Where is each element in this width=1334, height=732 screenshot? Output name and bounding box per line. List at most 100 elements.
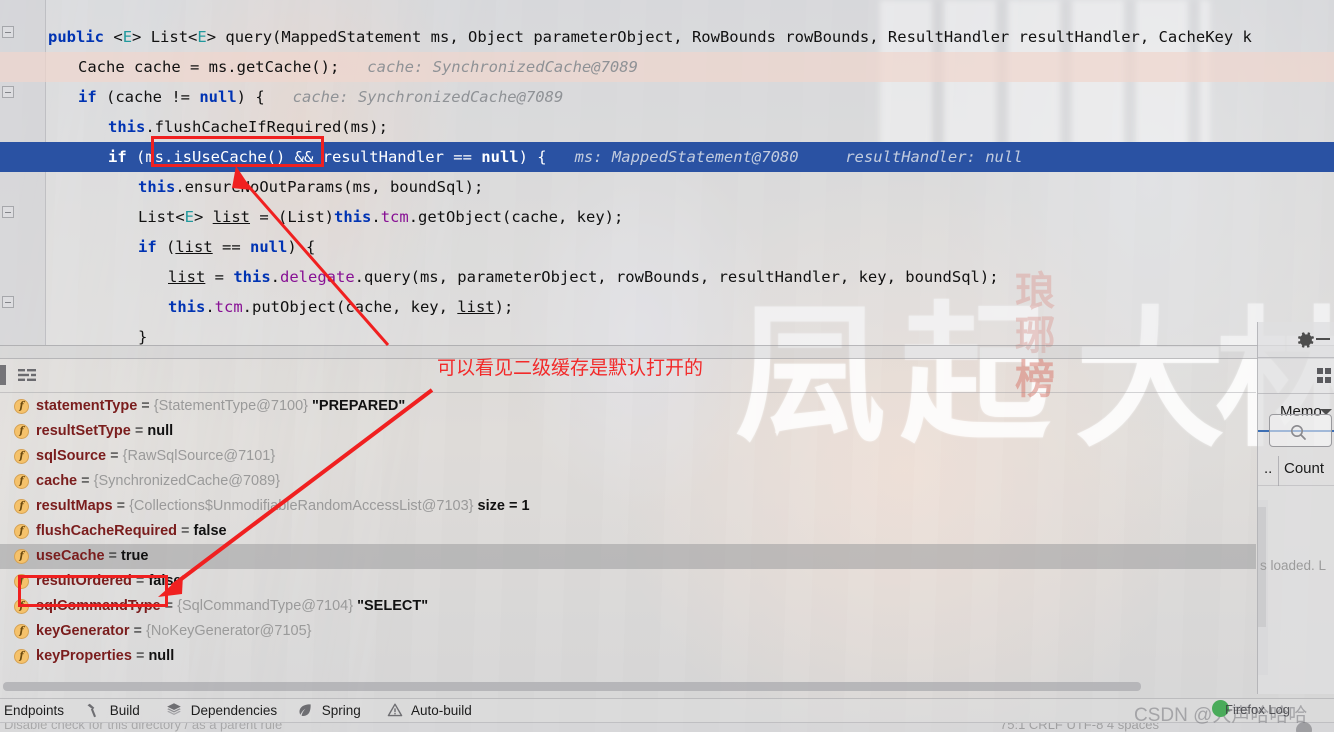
column-separator[interactable]: [1278, 456, 1279, 486]
variable-name: keyProperties: [36, 648, 132, 664]
code-token: list: [168, 268, 206, 286]
code-token: null: [199, 88, 237, 106]
field-icon: f: [14, 423, 29, 439]
avatar[interactable]: [1296, 722, 1312, 732]
variable-row[interactable]: f keyGenerator = {NoKeyGenerator@7105}: [0, 619, 1256, 644]
code-line[interactable]: this.flushCacheIfRequired(ms);: [0, 112, 1334, 142]
code-token: this: [138, 178, 176, 196]
bottom-cut-right-text: 75:1 CRLF UTF-8 4 spaces: [1000, 722, 1159, 732]
code-line[interactable]: this.tcm.putObject(cache, key, list);: [0, 292, 1334, 322]
status-item-endpoints[interactable]: Endpoints: [4, 699, 64, 723]
leaf-icon: [299, 704, 311, 716]
loaded-status-text: s loaded. L: [1260, 558, 1327, 573]
code-line[interactable]: list = this.delegate.query(ms, parameter…: [0, 262, 1334, 292]
grid-icon[interactable]: [1317, 368, 1331, 384]
code-token: ms: MappedStatement@7080 resultHandler: …: [546, 148, 1023, 166]
code-token: .query(ms, parameterObject, rowBounds, r…: [354, 268, 999, 286]
status-item-endpoints-label: Endpoints: [4, 703, 65, 718]
field-icon: f: [14, 648, 29, 664]
variable-value: false: [148, 573, 182, 589]
status-item-build[interactable]: Build: [85, 699, 140, 723]
code-line[interactable]: public <E> List<E> query(MappedStatement…: [0, 22, 1334, 52]
right-panel-settings-row[interactable]: [1258, 322, 1334, 358]
variable-name: statementType: [36, 398, 138, 414]
code-token: delegate: [280, 268, 355, 286]
minimize-icon[interactable]: [1316, 338, 1330, 340]
status-item-spring-label: Spring: [321, 703, 361, 718]
variable-reference: {SqlCommandType@7104}: [177, 598, 354, 614]
variable-reference: {SynchronizedCache@7089}: [93, 473, 281, 489]
variables-horizontal-scrollbar[interactable]: [3, 682, 1141, 691]
code-token: > List<: [132, 28, 198, 46]
code-token: this: [168, 298, 206, 316]
right-tool-panel[interactable]: Memo .. Count s loaded. L: [1257, 322, 1334, 694]
field-icon: f: [14, 448, 29, 464]
code-token: (cache !=: [96, 88, 200, 106]
search-input[interactable]: [1269, 414, 1332, 447]
field-icon: f: [14, 498, 29, 514]
code-token: .ensureNoOutParams(ms, boundSql);: [175, 178, 484, 196]
variable-name: resultMaps: [36, 498, 113, 514]
variable-equals: =: [106, 448, 123, 464]
variable-value: null: [147, 423, 174, 439]
sort-lines-icon[interactable]: [18, 368, 36, 382]
code-token: }: [138, 328, 148, 345]
code-token: if: [78, 88, 97, 106]
toolbar-drag-handle[interactable]: [0, 365, 6, 385]
code-line[interactable]: }: [0, 322, 1334, 345]
code-token: > query(MappedStatement ms, Object param…: [206, 28, 1252, 46]
variable-row[interactable]: f resultOrdered = false: [0, 569, 1256, 594]
right-panel-grid-row[interactable]: [1258, 358, 1334, 394]
variable-row[interactable]: f resultMaps = {Collections$UnmodifiableR…: [0, 494, 1256, 519]
code-line[interactable]: List<E> list = (List)this.tcm.getObject(…: [0, 202, 1334, 232]
code-token: .: [371, 208, 381, 226]
variable-row[interactable]: f statementType = {StatementType@7100} "P…: [0, 394, 1256, 419]
gear-icon[interactable]: [1296, 330, 1316, 350]
code-token: list: [457, 298, 495, 316]
code-token: );: [494, 298, 514, 316]
code-line[interactable]: if (cache != null) { cache: Synchronized…: [0, 82, 1334, 112]
code-token: if: [108, 148, 127, 166]
bottom-cut-strip: Disable check for this directory / as a …: [0, 722, 1334, 732]
variable-value: "PREPARED": [308, 398, 406, 414]
variable-row[interactable]: f sqlSource = {RawSqlSource@7101}: [0, 444, 1256, 469]
status-item-dependencies[interactable]: Dependencies: [166, 699, 277, 723]
code-line[interactable]: if (ms.isUseCache() && resultHandler == …: [0, 142, 1334, 172]
firefox-indicator-dot: [1212, 700, 1229, 717]
code-line[interactable]: Cache cache = ms.getCache(); cache: Sync…: [0, 52, 1334, 82]
code-line[interactable]: if (list == null) {: [0, 232, 1334, 262]
tool-window-bar[interactable]: Endpoints Build Dependencies Spring Auto…: [0, 698, 1334, 722]
table-column-headers[interactable]: .. Count: [1258, 456, 1334, 486]
variable-reference: {RawSqlSource@7101}: [122, 448, 276, 464]
column-header-truncated: ..: [1264, 460, 1273, 477]
variable-name: cache: [36, 473, 78, 489]
variable-row[interactable]: f flushCacheRequired = false: [0, 519, 1256, 544]
variable-row[interactable]: f keyProperties = null: [0, 644, 1256, 669]
status-item-spring[interactable]: Spring: [297, 699, 361, 723]
field-icon: f: [14, 623, 29, 639]
variable-row[interactable]: f sqlCommandType = {SqlCommandType@7104} …: [0, 594, 1256, 619]
field-icon: f: [14, 598, 29, 614]
code-token: .flushCacheIfRequired(ms);: [145, 118, 388, 136]
variable-equals: =: [112, 498, 130, 514]
variable-row[interactable]: f cache = {SynchronizedCache@7089}: [0, 469, 1256, 494]
variable-value: true: [121, 548, 149, 564]
variable-row[interactable]: f resultSetType = null: [0, 419, 1256, 444]
code-lines: public <E> List<E> query(MappedStatement…: [0, 0, 1334, 345]
code-line[interactable]: this.ensureNoOutParams(ms, boundSql);: [0, 172, 1334, 202]
editor-splitter[interactable]: [0, 345, 1334, 359]
variable-name: sqlCommandType: [36, 598, 161, 614]
code-token: Cache cache = ms.getCache();: [78, 58, 340, 76]
code-editor[interactable]: public <E> List<E> query(MappedStatement…: [0, 0, 1334, 345]
code-token: ) {: [236, 88, 265, 106]
variable-name: useCache: [36, 548, 105, 564]
code-token: if: [138, 238, 157, 256]
code-token: tcm: [214, 298, 243, 316]
debugger-toolbar[interactable]: [0, 359, 1256, 393]
ide-window: 凨 起 大 林 琅琊榜 public <E> List<E> query(Map…: [0, 0, 1334, 732]
variable-reference: {Collections$UnmodifiableRandomAccessLis…: [129, 498, 474, 514]
debugger-variables-panel[interactable]: f statementType = {StatementType@7100} "P…: [0, 394, 1256, 694]
variable-row[interactable]: f useCache = true: [0, 544, 1256, 569]
column-header-count: Count: [1284, 460, 1325, 477]
status-item-auto-build[interactable]: Auto-build: [387, 699, 472, 723]
